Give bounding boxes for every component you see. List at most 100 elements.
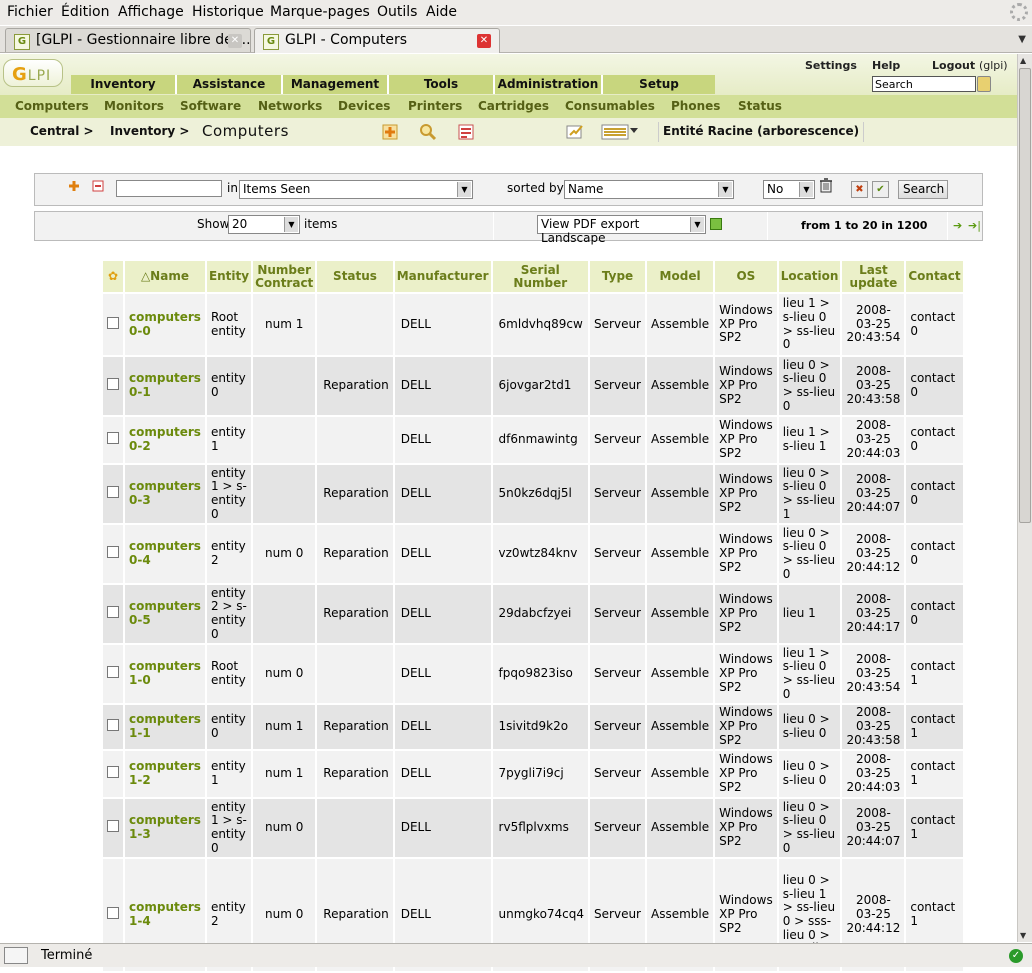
template-icon[interactable] — [457, 123, 475, 141]
row-os: Windows XP Pro SP2 — [715, 705, 777, 749]
row-name-link[interactable]: computers 1-1 — [125, 705, 205, 749]
submenu-phones[interactable]: Phones — [671, 99, 720, 113]
active-entity[interactable]: Entité Racine (arborescence) — [658, 122, 865, 142]
menu-setup[interactable]: Setup — [603, 75, 715, 94]
menu-aide[interactable]: Aide — [426, 4, 457, 20]
col-last-update[interactable]: Last update — [842, 261, 905, 292]
search-icon[interactable] — [419, 123, 437, 141]
row-name-link[interactable]: computers 1-0 — [125, 645, 205, 703]
row-checkbox[interactable] — [107, 546, 119, 559]
menu-fichier[interactable]: Fichier — [7, 4, 53, 20]
menu-inventory[interactable]: Inventory — [71, 75, 177, 94]
col-type[interactable]: Type — [590, 261, 645, 292]
col-manufacturer[interactable]: Manufacturer — [394, 261, 491, 292]
export-go-icon[interactable] — [710, 218, 722, 230]
menu-edition[interactable]: Édition — [61, 4, 109, 20]
reset-search-icon[interactable]: ✖ — [851, 181, 868, 198]
submenu-cartridges[interactable]: Cartridges — [478, 99, 549, 113]
row-checkbox[interactable] — [107, 378, 119, 391]
search-text-input[interactable] — [116, 180, 222, 197]
col-os[interactable]: OS — [715, 261, 777, 292]
row-checkbox[interactable] — [107, 719, 119, 732]
add-criteria-icon[interactable] — [68, 180, 80, 192]
select-all-icon[interactable]: ✿ — [103, 261, 123, 292]
pen-icon[interactable] — [4, 947, 28, 964]
col-entity[interactable]: Entity — [206, 261, 252, 292]
help-link[interactable]: Help — [872, 59, 900, 72]
search-button[interactable]: Search — [898, 180, 948, 199]
submenu-status[interactable]: Status — [738, 99, 782, 113]
row-checkbox[interactable] — [107, 907, 119, 920]
menu-tools[interactable]: Tools — [389, 75, 495, 94]
sort-select[interactable]: Name ▼ — [564, 180, 734, 199]
menu-management[interactable]: Management — [283, 75, 389, 94]
items-per-page-select[interactable]: 20 ▼ — [228, 215, 300, 234]
page-scrollbar[interactable]: ▲ ▼ — [1017, 54, 1032, 942]
menu-marque-pages[interactable]: Marque-pages — [270, 4, 370, 20]
col-serial-number[interactable]: Serial Number — [492, 261, 589, 292]
row-checkbox[interactable] — [107, 666, 119, 679]
menu-administration[interactable]: Administration — [495, 75, 603, 94]
breadcrumb-inventory[interactable]: Inventory > — [110, 124, 189, 138]
row-checkbox[interactable] — [107, 432, 119, 445]
submenu-printers[interactable]: Printers — [408, 99, 462, 113]
menu-assistance[interactable]: Assistance — [177, 75, 283, 94]
menu-affichage[interactable]: Affichage — [118, 4, 184, 20]
menu-outils[interactable]: Outils — [377, 4, 417, 20]
col-model[interactable]: Model — [647, 261, 714, 292]
remove-criteria-icon[interactable] — [92, 180, 104, 192]
last-page-icon[interactable]: ➔| — [968, 219, 981, 232]
logout-link[interactable]: Logout (glpi) — [932, 59, 1008, 72]
trash-icon[interactable] — [818, 177, 834, 193]
row-name-link[interactable]: computers 0-3 — [125, 465, 205, 523]
items-per-page-value: 20 — [232, 217, 248, 231]
scroll-down-icon[interactable]: ▼ — [1020, 931, 1026, 940]
submenu-networks[interactable]: Networks — [258, 99, 322, 113]
global-search-go-icon[interactable] — [977, 76, 991, 92]
submenu-software[interactable]: Software — [180, 99, 241, 113]
row-name-link[interactable]: computers 0-2 — [125, 417, 205, 463]
col-number-contract[interactable]: Number Contract — [253, 261, 316, 292]
tab-glpi-gestionnaire[interactable]: G [GLPI - Gestionnaire libre de ... ✕ — [5, 28, 251, 52]
add-icon[interactable] — [381, 123, 399, 141]
submenu-consumables[interactable]: Consumables — [565, 99, 655, 113]
export-select[interactable]: View PDF export Landscape ▼ — [537, 215, 706, 245]
row-name-link[interactable]: computers 0-4 — [125, 525, 205, 583]
scrollbar-thumb[interactable] — [1019, 68, 1031, 523]
row-name-link[interactable]: computers 1-2 — [125, 751, 205, 797]
scroll-up-icon[interactable]: ▲ — [1020, 56, 1026, 65]
bookmark-icon[interactable] — [566, 123, 584, 141]
submenu-computers[interactable]: Computers — [15, 99, 89, 113]
submenu-monitors[interactable]: Monitors — [104, 99, 164, 113]
glpi-logo[interactable]: GLPI — [3, 59, 63, 87]
submenu-devices[interactable]: Devices — [338, 99, 390, 113]
deleted-select[interactable]: No ▼ — [763, 180, 815, 199]
col-location[interactable]: Location — [778, 261, 841, 292]
tab-glpi-computers[interactable]: G GLPI - Computers ✕ — [254, 28, 500, 53]
row-checkbox[interactable] — [107, 820, 119, 833]
global-search-input[interactable]: Search — [872, 76, 976, 92]
close-tab-icon[interactable]: ✕ — [228, 34, 242, 48]
save-search-icon[interactable]: ✔ — [872, 181, 889, 198]
row-checkbox[interactable] — [107, 486, 119, 499]
row-model: Assemble — [647, 294, 714, 355]
col-name[interactable]: △Name — [125, 261, 205, 292]
row-name-link[interactable]: computers 0-1 — [125, 357, 205, 415]
row-checkbox[interactable] — [107, 316, 119, 329]
row-checkbox[interactable] — [107, 606, 119, 619]
col-status[interactable]: Status — [317, 261, 393, 292]
row-checkbox[interactable] — [107, 766, 119, 779]
row-name-link[interactable]: computers 0-5 — [125, 585, 205, 643]
settings-link[interactable]: Settings — [805, 59, 857, 72]
close-tab-icon[interactable]: ✕ — [477, 34, 491, 48]
row-name-link[interactable]: computers 1-3 — [125, 799, 205, 857]
col-contact[interactable]: Contact — [906, 261, 963, 292]
breadcrumb-central[interactable]: Central > — [30, 124, 94, 138]
menu-historique[interactable]: Historique — [192, 4, 264, 20]
search-field-select[interactable]: Items Seen ▼ — [239, 180, 473, 199]
row-contact: contact 0 — [906, 465, 963, 523]
next-page-icon[interactable]: ➔ — [953, 219, 962, 232]
display-options-icon[interactable] — [601, 123, 639, 141]
tab-list-dropdown-icon[interactable]: ▼ — [1018, 34, 1026, 45]
row-name-link[interactable]: computers 0-0 — [125, 294, 205, 355]
